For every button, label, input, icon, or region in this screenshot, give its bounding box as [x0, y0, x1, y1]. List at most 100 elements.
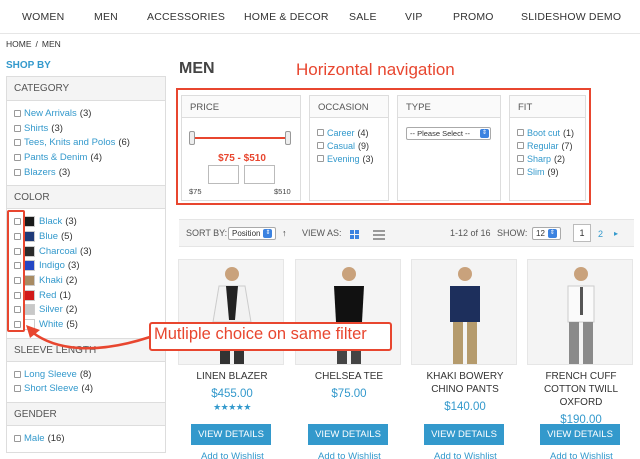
- occasion-option[interactable]: Career (4): [317, 126, 381, 139]
- checkbox[interactable]: [517, 142, 524, 149]
- sort-direction-arrow-icon[interactable]: ↑: [282, 228, 287, 238]
- add-to-wishlist-link[interactable]: Add to Wishlist: [318, 451, 381, 459]
- color-option[interactable]: Silver (2): [14, 303, 158, 318]
- option-label[interactable]: Short Sleeve: [24, 383, 78, 394]
- option-label[interactable]: Sharp: [527, 154, 551, 164]
- nav-home-decor[interactable]: HOME & DECOR: [244, 11, 329, 23]
- category-option[interactable]: Pants & Denim (4): [14, 150, 158, 165]
- option-label[interactable]: Regular: [527, 141, 559, 151]
- fit-option[interactable]: Slim (9): [517, 165, 578, 178]
- option-label[interactable]: Casual: [327, 141, 355, 151]
- nav-vip[interactable]: VIP: [405, 11, 423, 23]
- nav-sale[interactable]: SALE: [349, 11, 377, 23]
- nav-promo[interactable]: PROMO: [453, 11, 494, 23]
- checkbox[interactable]: [14, 139, 21, 147]
- option-label[interactable]: Silver: [39, 304, 63, 315]
- view-details-button[interactable]: VIEW DETAILS: [540, 424, 620, 445]
- color-filter-title[interactable]: COLOR: [7, 185, 165, 210]
- price-slider-track[interactable]: [192, 137, 290, 139]
- option-label[interactable]: Pants & Denim: [24, 152, 87, 163]
- option-label[interactable]: Tees, Knits and Polos: [24, 137, 115, 148]
- product-name[interactable]: CHELSEA TEE: [295, 370, 403, 383]
- checkbox[interactable]: [14, 153, 21, 161]
- fit-option[interactable]: Sharp (2): [517, 152, 578, 165]
- sleeve-option[interactable]: Short Sleeve (4): [14, 382, 158, 397]
- option-label[interactable]: Shirts: [24, 123, 48, 134]
- color-option[interactable]: Black (3): [14, 214, 158, 229]
- gender-filter-title[interactable]: GENDER: [7, 402, 165, 427]
- view-details-button[interactable]: VIEW DETAILS: [191, 424, 271, 445]
- option-label[interactable]: Khaki: [39, 275, 63, 286]
- option-label[interactable]: Charcoal: [39, 246, 77, 257]
- category-option[interactable]: New Arrivals (3): [14, 106, 158, 121]
- product-name[interactable]: LINEN BLAZER: [178, 370, 286, 383]
- option-label[interactable]: Evening: [327, 154, 360, 164]
- checkbox[interactable]: [317, 129, 324, 136]
- view-details-button[interactable]: VIEW DETAILS: [424, 424, 504, 445]
- option-label[interactable]: Male: [24, 433, 45, 444]
- category-filter-title[interactable]: CATEGORY: [7, 77, 165, 101]
- category-option[interactable]: Tees, Knits and Polos (6): [14, 135, 158, 150]
- checkbox[interactable]: [14, 370, 21, 378]
- product-name[interactable]: KHAKI BOWERY CHINO PANTS: [411, 370, 519, 396]
- list-view-icon[interactable]: [373, 230, 385, 240]
- color-option[interactable]: Blue (5): [14, 229, 158, 244]
- price-max-input[interactable]: [244, 165, 275, 184]
- sort-by-select[interactable]: Position ⇕: [228, 227, 277, 240]
- option-label[interactable]: Blazers: [24, 167, 56, 178]
- nav-accessories[interactable]: ACCESSORIES: [147, 11, 225, 23]
- color-option[interactable]: Indigo (3): [14, 259, 158, 274]
- color-option[interactable]: Charcoal (3): [14, 244, 158, 259]
- nav-slideshow-demo[interactable]: SLIDESHOW DEMO: [521, 11, 621, 23]
- product-name[interactable]: FRENCH CUFF COTTON TWILL OXFORD: [527, 370, 635, 409]
- checkbox[interactable]: [14, 124, 21, 132]
- option-label[interactable]: Long Sleeve: [24, 369, 77, 380]
- sleeve-option[interactable]: Long Sleeve (8): [14, 367, 158, 382]
- checkbox[interactable]: [317, 142, 324, 149]
- option-label[interactable]: Slim: [527, 167, 545, 177]
- option-label[interactable]: Indigo: [39, 260, 65, 271]
- checkbox[interactable]: [317, 155, 324, 162]
- color-option[interactable]: Khaki (2): [14, 273, 158, 288]
- fit-option[interactable]: Boot cut (1): [517, 126, 578, 139]
- rating-stars-icon[interactable]: ★★★★★: [178, 402, 286, 413]
- add-to-wishlist-link[interactable]: Add to Wishlist: [434, 451, 497, 459]
- nav-men[interactable]: MEN: [94, 11, 118, 23]
- checkbox[interactable]: [14, 435, 21, 443]
- fit-option[interactable]: Regular (7): [517, 139, 578, 152]
- price-min-input[interactable]: [208, 165, 239, 184]
- add-to-wishlist-link[interactable]: Add to Wishlist: [550, 451, 613, 459]
- color-option[interactable]: Red (1): [14, 288, 158, 303]
- price-slider-min-handle[interactable]: [189, 131, 195, 145]
- checkbox[interactable]: [14, 385, 21, 393]
- show-limit-select[interactable]: 12 ⇕: [532, 227, 561, 240]
- option-label[interactable]: Red: [39, 290, 56, 301]
- checkbox[interactable]: [517, 155, 524, 162]
- option-label[interactable]: New Arrivals: [24, 108, 77, 119]
- nav-women[interactable]: WOMEN: [22, 11, 64, 23]
- occasion-option[interactable]: Casual (9): [317, 139, 381, 152]
- category-option[interactable]: Shirts (3): [14, 121, 158, 136]
- occasion-option[interactable]: Evening (3): [317, 152, 381, 165]
- product-image[interactable]: [527, 259, 633, 365]
- pagination-next-arrow-icon[interactable]: ▸: [614, 229, 618, 238]
- checkbox[interactable]: [517, 129, 524, 136]
- pagination-page-2[interactable]: 2: [598, 229, 603, 239]
- price-slider-max-handle[interactable]: [285, 131, 291, 145]
- option-label[interactable]: Blue: [39, 231, 58, 242]
- option-label[interactable]: Career: [327, 128, 355, 138]
- grid-view-icon[interactable]: [350, 230, 359, 239]
- option-label[interactable]: Black: [39, 216, 62, 227]
- category-option[interactable]: Blazers (3): [14, 165, 158, 180]
- checkbox[interactable]: [14, 109, 21, 117]
- product-image[interactable]: [411, 259, 517, 365]
- breadcrumb-home[interactable]: HOME: [6, 39, 32, 49]
- add-to-wishlist-link[interactable]: Add to Wishlist: [201, 451, 264, 459]
- color-option[interactable]: White (5): [14, 317, 158, 332]
- gender-option[interactable]: Male (16): [14, 431, 158, 446]
- sleeve-length-filter-title[interactable]: SLEEVE LENGTH: [7, 337, 165, 362]
- checkbox[interactable]: [14, 168, 21, 176]
- option-label[interactable]: Boot cut: [527, 128, 560, 138]
- type-select[interactable]: -- Please Select -- ⇕: [406, 127, 491, 140]
- checkbox[interactable]: [517, 168, 524, 175]
